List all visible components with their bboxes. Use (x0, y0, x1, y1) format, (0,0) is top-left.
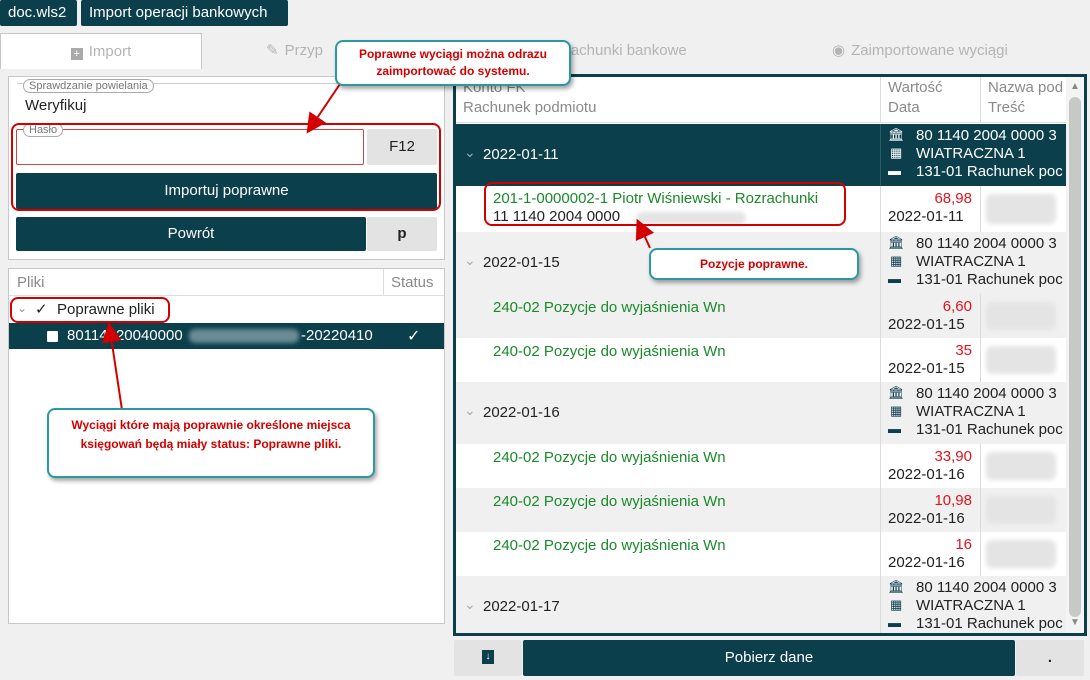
callout-positions: Pozycje poprawne. (649, 248, 859, 280)
callout-files: Wyciągi które mają poprawnie określone m… (47, 408, 375, 478)
annotation-arrows (101, 83, 655, 411)
callout-import: Poprawne wyciągi można odrazu zaimportow… (335, 40, 571, 86)
